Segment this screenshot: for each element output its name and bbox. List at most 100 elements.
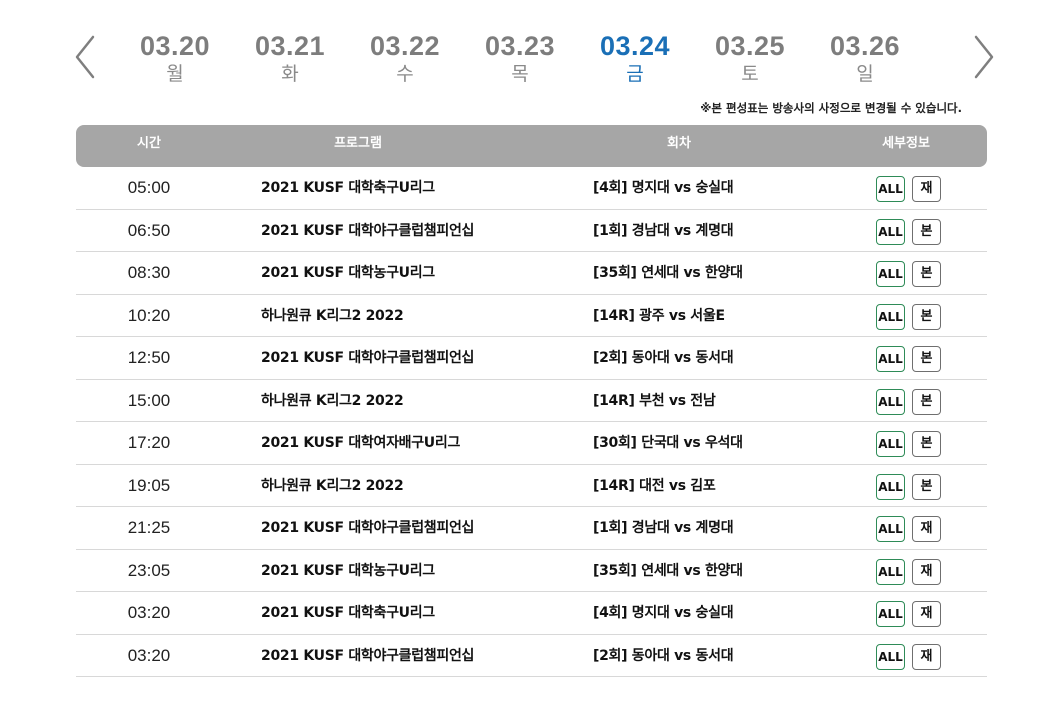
broadcast-type-button[interactable]: 본 — [912, 346, 941, 372]
row-info-buttons: ALL 본 — [876, 473, 941, 500]
date-tab-03.22[interactable]: 03.22 수 — [355, 30, 455, 86]
row-time: 23:05 — [127, 560, 171, 580]
table-row: 21:25 2021 KUSF 대학야구클럽챔피언십 [1회] 경남대 vs 계명대… — [76, 507, 987, 550]
header-episode: 회차 — [667, 136, 691, 151]
broadcast-type-button[interactable]: 본 — [912, 303, 941, 330]
row-program: 하나원큐 K리그2 2022 — [261, 307, 404, 324]
date-tab-date: 03.22 — [369, 31, 441, 61]
all-button[interactable]: ALL — [876, 643, 905, 670]
header-info: 세부정보 — [882, 136, 930, 151]
row-program: 2021 KUSF 대학축구U리그 — [261, 180, 435, 196]
row-time: 17:20 — [127, 433, 171, 452]
row-episode: [14R] 대전 vs 김포 — [593, 477, 716, 494]
all-button[interactable]: ALL — [876, 388, 905, 415]
row-episode: [4회] 명지대 vs 숭실대 — [593, 180, 734, 196]
row-episode: [14R] 부천 vs 전남 — [593, 392, 716, 409]
date-selector: 03.20 월 03.21 화 03.22 수 03.23 목 03.24 금 03.25 토 03.2… — [0, 30, 1040, 90]
date-tab-03.24[interactable]: 03.24 금 — [585, 30, 685, 86]
row-time: 19:05 — [127, 475, 171, 495]
table-row: 19:05 하나원큐 K리그2 2022 [14R] 대전 vs 김포 ALL 본 — [76, 465, 987, 507]
row-time: 08:30 — [127, 263, 171, 282]
date-tab-weekday: 목 — [511, 63, 529, 85]
row-program: 하나원큐 K리그2 2022 — [261, 392, 404, 409]
row-time: 06:50 — [127, 220, 171, 240]
table-row: 08:30 2021 KUSF 대학농구U리그 [35회] 연세대 vs 한양대 AL… — [76, 252, 987, 295]
broadcast-type-button[interactable]: 본 — [912, 261, 941, 287]
table-row: 06:50 2021 KUSF 대학야구클럽챔피언십 [1회] 경남대 vs 계명대… — [76, 210, 987, 252]
date-tab-03.20[interactable]: 03.20 월 — [125, 30, 225, 86]
all-button[interactable]: ALL — [876, 558, 905, 585]
date-tab-weekday: 월 — [166, 63, 184, 85]
row-episode: [2회] 동아대 vs 동서대 — [593, 350, 734, 366]
date-tab-date: 03.24 — [599, 31, 671, 61]
row-program: 2021 KUSF 대학농구U리그 — [261, 562, 435, 579]
all-button[interactable]: ALL — [876, 516, 905, 542]
row-program: 2021 KUSF 대학축구U리그 — [261, 605, 435, 621]
all-button[interactable]: ALL — [876, 431, 905, 457]
broadcast-type-button[interactable]: 본 — [912, 388, 941, 415]
broadcast-type-button[interactable]: 본 — [912, 431, 941, 457]
row-info-buttons: ALL 본 — [876, 261, 941, 287]
row-program: 하나원큐 K리그2 2022 — [261, 477, 404, 494]
date-tab-date: 03.25 — [714, 31, 786, 61]
date-tab-03.25[interactable]: 03.25 토 — [700, 30, 800, 86]
row-program: 2021 KUSF 대학농구U리그 — [261, 265, 435, 281]
row-info-buttons: ALL 본 — [876, 218, 941, 245]
schedule-table: 시간 프로그램 회차 세부정보 05:00 2021 KUSF 대학축구U리그 [4… — [76, 125, 987, 677]
date-tab-weekday: 토 — [741, 63, 759, 85]
all-button[interactable]: ALL — [876, 261, 905, 287]
row-episode: [35회] 연세대 vs 한양대 — [593, 562, 743, 579]
table-row: 17:20 2021 KUSF 대학여자배구U리그 [30회] 단국대 vs 우석대… — [76, 422, 987, 465]
all-button[interactable]: ALL — [876, 303, 905, 330]
row-episode: [1회] 경남대 vs 계명대 — [593, 222, 734, 239]
broadcast-type-button[interactable]: 본 — [912, 218, 941, 245]
row-episode: [2회] 동아대 vs 동서대 — [593, 647, 734, 664]
date-tab-03.23[interactable]: 03.23 목 — [470, 30, 570, 86]
row-episode: [14R] 광주 vs 서울E — [593, 307, 725, 324]
row-info-buttons: ALL 본 — [876, 303, 941, 330]
row-info-buttons: ALL 재 — [876, 516, 941, 542]
row-time: 10:20 — [127, 305, 171, 325]
date-tab-03.21[interactable]: 03.21 화 — [240, 30, 340, 86]
table-row: 03:20 2021 KUSF 대학축구U리그 [4회] 명지대 vs 숭실대 ALL… — [76, 592, 987, 635]
date-tab-weekday: 화 — [281, 63, 299, 85]
all-button[interactable]: ALL — [876, 346, 905, 372]
row-time: 03:20 — [127, 603, 171, 622]
schedule-notice: ※본 편성표는 방송사의 사정으로 변경될 수 있습니다. — [700, 101, 962, 115]
all-button[interactable]: ALL — [876, 176, 905, 202]
header-program: 프로그램 — [334, 136, 382, 151]
table-row: 23:05 2021 KUSF 대학농구U리그 [35회] 연세대 vs 한양대 AL… — [76, 550, 987, 592]
date-tab-weekday: 수 — [396, 63, 414, 85]
row-time: 03:20 — [127, 645, 171, 665]
all-button[interactable]: ALL — [876, 601, 905, 627]
date-tab-date: 03.21 — [254, 31, 326, 61]
row-episode: [30회] 단국대 vs 우석대 — [593, 435, 743, 451]
table-header: 시간 프로그램 회차 세부정보 — [76, 125, 987, 167]
row-program: 2021 KUSF 대학야구클럽챔피언십 — [261, 647, 475, 664]
broadcast-type-button[interactable]: 본 — [912, 473, 941, 500]
table-row: 12:50 2021 KUSF 대학야구클럽챔피언십 [2회] 동아대 vs 동서대… — [76, 337, 987, 380]
date-tab-weekday: 일 — [856, 63, 874, 85]
date-tab-date: 03.20 — [139, 31, 211, 61]
row-program: 2021 KUSF 대학야구클럽챔피언십 — [261, 520, 475, 536]
broadcast-type-button[interactable]: 재 — [912, 643, 941, 670]
row-info-buttons: ALL 재 — [876, 558, 941, 585]
all-button[interactable]: ALL — [876, 473, 905, 500]
row-time: 15:00 — [127, 390, 171, 410]
broadcast-type-button[interactable]: 재 — [912, 601, 941, 627]
broadcast-type-button[interactable]: 재 — [912, 558, 941, 585]
broadcast-type-button[interactable]: 재 — [912, 176, 941, 202]
date-tab-03.26[interactable]: 03.26 일 — [815, 30, 915, 86]
broadcast-type-button[interactable]: 재 — [912, 516, 941, 542]
row-episode: [35회] 연세대 vs 한양대 — [593, 265, 743, 281]
table-row: 10:20 하나원큐 K리그2 2022 [14R] 광주 vs 서울E ALL 본 — [76, 295, 987, 337]
row-info-buttons: ALL 본 — [876, 388, 941, 415]
row-time: 05:00 — [127, 178, 171, 197]
all-button[interactable]: ALL — [876, 218, 905, 245]
row-time: 21:25 — [127, 518, 171, 537]
date-tab-date: 03.26 — [829, 31, 901, 61]
table-row: 15:00 하나원큐 K리그2 2022 [14R] 부천 vs 전남 ALL 본 — [76, 380, 987, 422]
row-info-buttons: ALL 재 — [876, 601, 941, 627]
date-tab-date: 03.23 — [484, 31, 556, 61]
row-program: 2021 KUSF 대학여자배구U리그 — [261, 435, 461, 451]
